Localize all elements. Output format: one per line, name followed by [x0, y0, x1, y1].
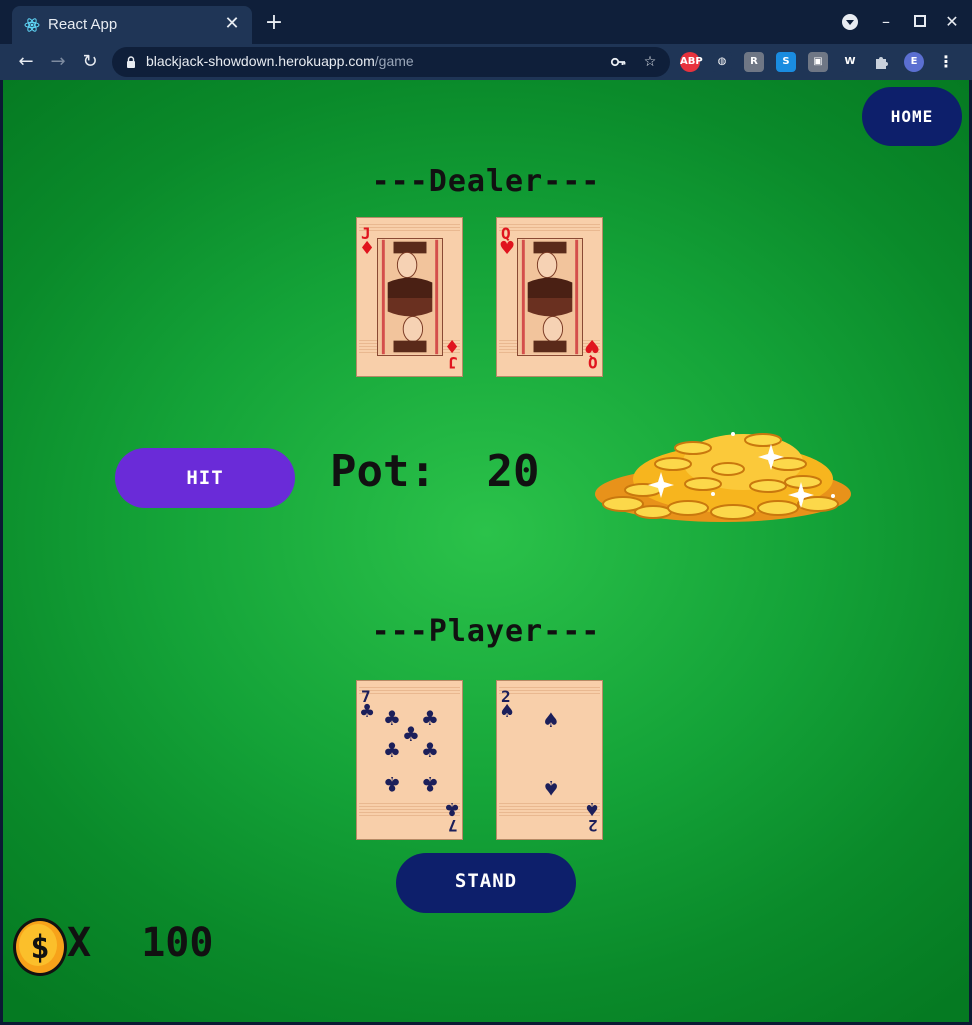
extensions-puzzle-icon[interactable] — [872, 52, 892, 72]
bookmark-star-icon[interactable]: ☆ — [640, 52, 660, 72]
card-rank: Q — [588, 353, 598, 372]
address-bar[interactable]: blackjack-showdown.herokuapp.com/game ☆ — [112, 47, 670, 77]
readwise-extension-icon[interactable]: R — [744, 52, 764, 72]
profile-avatar[interactable]: E — [904, 52, 924, 72]
browser-toolbar: ← → ↻ blackjack-showdown.herokuapp.com/g… — [0, 44, 972, 80]
back-icon[interactable]: ← — [14, 50, 38, 74]
home-button[interactable]: HOME — [862, 87, 962, 146]
tab-title: React App — [48, 16, 118, 33]
card-pip-icon: ♣ — [402, 722, 420, 746]
card-pips: ♠ ♠ — [497, 681, 602, 839]
card-pip-icon: ♣ — [383, 738, 401, 762]
pot-display: Pot: 20 — [330, 446, 539, 497]
card-rank: J — [448, 353, 458, 372]
key-icon[interactable] — [608, 52, 628, 72]
svg-text:$: $ — [30, 928, 49, 966]
new-tab-button[interactable]: + — [262, 12, 286, 36]
reload-icon[interactable]: ↻ — [78, 50, 102, 74]
card-pip-icon: ♣ — [421, 706, 439, 730]
face-card-portrait-icon — [377, 238, 443, 356]
playing-card: J ♦ ♦ J — [356, 217, 463, 377]
forward-icon[interactable]: → — [46, 50, 70, 74]
url-path: /game — [374, 53, 414, 69]
url-text: blackjack-showdown.herokuapp.com/game — [146, 53, 414, 69]
minimize-icon[interactable]: – — [874, 10, 898, 34]
browser-tab-bar: React App ✕ + – ✕ — [0, 0, 972, 44]
card-suit-icon: ♥ — [583, 335, 600, 356]
browser-tab[interactable]: React App ✕ — [12, 6, 252, 44]
pot-label: Pot: — [330, 446, 436, 497]
dollar-coin-icon: $ — [13, 918, 67, 976]
stand-button[interactable]: STAND — [396, 853, 576, 913]
url-host: blackjack-showdown.herokuapp.com — [146, 53, 375, 69]
tab-search-icon[interactable] — [838, 10, 862, 34]
close-tab-icon[interactable]: ✕ — [222, 14, 242, 34]
card-pip-icon: ♠ — [542, 776, 560, 800]
card-suit-icon: ♦ — [443, 335, 460, 356]
card-pip-icon: ♣ — [383, 772, 401, 796]
lock-icon — [127, 56, 135, 68]
adblock-plus-extension-icon[interactable]: ABP — [680, 52, 703, 72]
s-ext-extension-icon[interactable]: S — [776, 52, 796, 72]
playing-card: 2 ♠ ♠ 2 ♠ ♠ — [496, 680, 603, 840]
dealer-title: ---Dealer--- — [371, 164, 601, 199]
globe-extension-icon[interactable]: ◍ — [712, 52, 732, 72]
playing-card: Q ♥ ♥ Q — [496, 217, 603, 377]
pot-value: 20 — [486, 446, 540, 497]
card-pips: ♣ ♣ ♣ ♣ ♣ ♣ ♣ — [357, 681, 462, 839]
hit-button[interactable]: HIT — [115, 448, 295, 508]
player-title: ---Player--- — [371, 614, 601, 649]
card-pip-icon: ♣ — [383, 706, 401, 730]
card-suit-icon: ♦ — [359, 238, 376, 259]
gold-coin-pile-icon — [595, 432, 851, 522]
wallet-balance: 100 — [141, 920, 214, 966]
game-table: HOME ---Dealer--- J ♦ ♦ J Q ♥ ♥ Q HIT Pot: 20 -… — [3, 80, 969, 1022]
face-card-portrait-icon — [517, 238, 583, 356]
wallet-display: X 100 — [67, 920, 213, 966]
screenshot-extension-icon[interactable]: ▣ — [808, 52, 828, 72]
wappalyzer-extension-icon[interactable]: W — [840, 52, 860, 72]
playing-card: 7 ♣ ♣ 7 ♣ ♣ ♣ ♣ ♣ ♣ ♣ — [356, 680, 463, 840]
close-window-icon[interactable]: ✕ — [940, 10, 964, 34]
react-logo-icon — [24, 18, 40, 32]
card-pip-icon: ♣ — [421, 738, 439, 762]
card-pip-icon: ♣ — [421, 772, 439, 796]
wallet-prefix: X — [67, 920, 92, 966]
card-pip-icon: ♠ — [542, 708, 560, 732]
menu-kebab-icon[interactable]: ⋮ — [936, 52, 956, 72]
card-suit-icon: ♥ — [499, 238, 516, 259]
maximize-icon[interactable] — [908, 10, 932, 34]
